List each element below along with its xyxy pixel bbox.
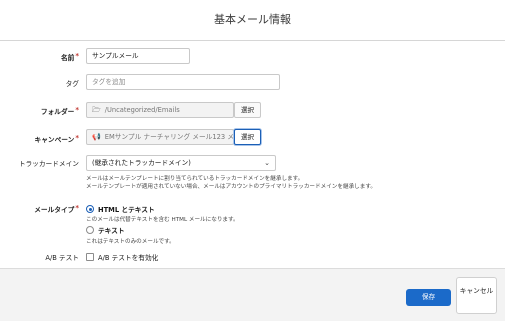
- ab-test-checkbox[interactable]: A/B テストを有効化: [86, 252, 158, 262]
- folder-icon: 🗁: [92, 106, 101, 114]
- tracker-domain-label: トラッカードメイン: [18, 160, 79, 168]
- email-info-form: 名前* サンプルメール タグ タグを追加 フォルダー* 🗁/Uncategori…: [0, 40, 505, 268]
- required-marker: *: [75, 134, 79, 142]
- tracker-domain-help-1: メールはメールテンプレートに割り当てられているトラッカードメインを継承します。: [86, 176, 304, 182]
- email-type-html-option[interactable]: HTML とテキスト: [86, 204, 155, 214]
- campaign-name: EMサンプル ナーチャリング メール123 メー: [104, 133, 234, 141]
- tracker-domain-select[interactable]: (継承されたトラッカードメイン) ⌄: [86, 155, 276, 171]
- name-input[interactable]: サンプルメール: [86, 48, 190, 64]
- email-type-html-help: このメールは代替テキストを含む HTML メールになります。: [86, 217, 239, 223]
- folder-field: 🗁/Uncategorized/Emails: [86, 102, 234, 118]
- radio-unselected[interactable]: [86, 226, 94, 234]
- cancel-button[interactable]: キャンセル: [456, 277, 497, 314]
- name-label: 名前*: [60, 52, 79, 62]
- dialog-title: 基本メール情報: [214, 13, 291, 26]
- campaign-field: 📢 EMサンプル ナーチャリング メール123 メー: [86, 129, 234, 145]
- email-type-text-help: これはテキストのみのメールです。: [86, 239, 175, 245]
- campaign-label: キャンペーン*: [34, 134, 79, 144]
- folder-select-button[interactable]: 選択: [234, 102, 261, 118]
- ab-test-label: A/B テスト: [45, 254, 79, 262]
- campaign-select-button[interactable]: 選択: [234, 129, 261, 145]
- required-marker: *: [75, 204, 79, 212]
- required-marker: *: [75, 52, 79, 60]
- tracker-domain-help-2: メールテンプレートが適用されていない場合、メールはアカウントのプライマリトラッカ…: [86, 184, 376, 190]
- dialog-header: 基本メール情報: [0, 0, 505, 41]
- megaphone-icon: 📢: [92, 133, 101, 141]
- folder-path: /Uncategorized/Emails: [104, 106, 180, 114]
- tracker-domain-selected: (継承されたトラッカードメイン): [92, 159, 191, 167]
- required-marker: *: [75, 106, 79, 114]
- save-button[interactable]: 保存: [406, 289, 451, 306]
- email-type-label: メールタイプ*: [34, 204, 79, 214]
- radio-selected[interactable]: [86, 205, 94, 213]
- folder-label: フォルダー*: [40, 106, 79, 116]
- tag-input[interactable]: タグを追加: [86, 74, 280, 90]
- email-type-text-option[interactable]: テキスト: [86, 225, 125, 235]
- chevron-down-icon: ⌄: [264, 159, 270, 167]
- tag-label: タグ: [65, 80, 79, 88]
- checkbox-unchecked[interactable]: [86, 253, 94, 261]
- dialog-footer: 保存 キャンセル: [0, 268, 505, 321]
